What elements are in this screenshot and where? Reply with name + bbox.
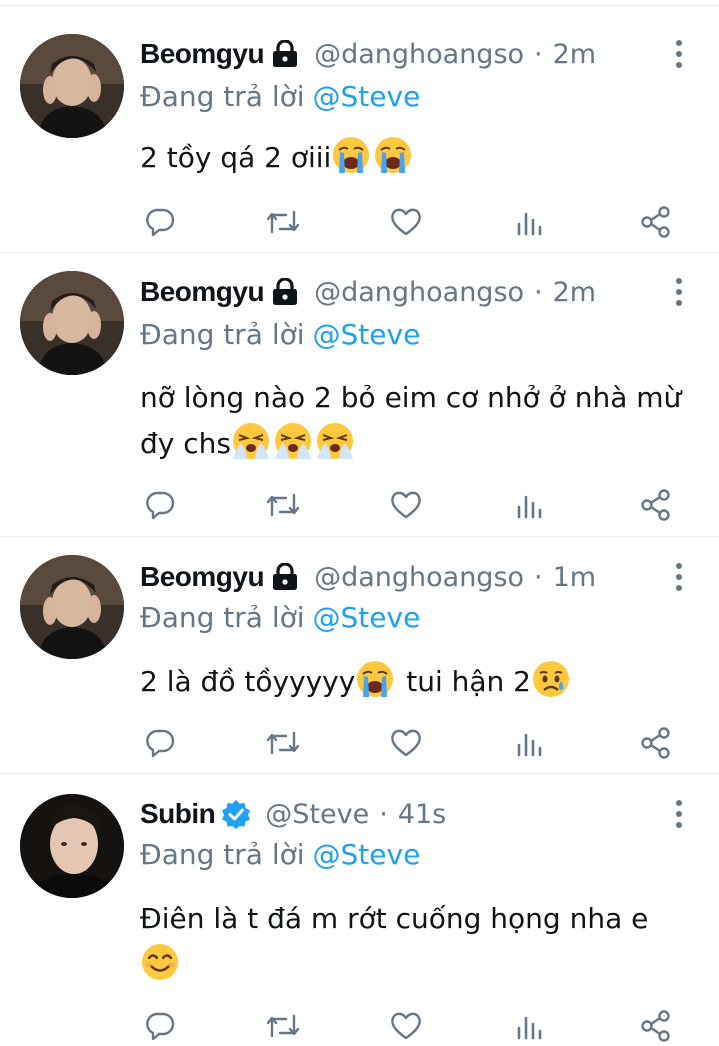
tweet-body-text: 2 là đồ tồyyyyy [140, 665, 356, 698]
analytics-icon[interactable] [510, 723, 550, 763]
tweet-header: Beomgyu @danghoangso · 1m [140, 557, 596, 597]
tweet-body-text: nỡ lòng nào 2 bỏ eim cơ nhở ở nhà mừ đy … [140, 381, 682, 460]
avatar[interactable] [20, 794, 124, 898]
replying-to: Đang trả lời @Steve [140, 601, 420, 634]
analytics-icon[interactable] [510, 485, 550, 525]
username-handle[interactable]: @Steve [265, 799, 369, 830]
tweet-actions [140, 1006, 676, 1046]
tears-face-emoji [274, 423, 311, 459]
share-icon[interactable] [636, 1006, 676, 1046]
display-name[interactable]: Beomgyu [140, 38, 265, 70]
tweet-body-text-after: tui hận 2 [397, 665, 531, 698]
replying-to: Đang trả lời @Steve [140, 318, 420, 351]
username-handle[interactable]: @danghoangso [314, 562, 524, 593]
reply-prefix: Đang trả lời [140, 80, 305, 113]
analytics-icon[interactable] [510, 1006, 550, 1046]
tweet[interactable]: Beomgyu @danghoangso · 2m Đang trả lời @S… [0, 253, 719, 537]
username-handle[interactable]: @danghoangso [314, 39, 524, 70]
tweet-header: Subin @Steve · 41s [140, 794, 446, 834]
retweet-icon[interactable] [263, 1006, 303, 1046]
tears-face-emoji [316, 423, 353, 459]
reply-prefix: Đang trả lời [140, 838, 305, 871]
sad-tear-face-emoji [533, 661, 569, 697]
tweet-actions [140, 723, 676, 763]
tweet-text: Điên là t đá m rớt cuống họng nha e [140, 896, 689, 988]
separator-dot: · [534, 276, 543, 308]
crying-face-emoji [357, 661, 394, 697]
reply-icon[interactable] [140, 485, 180, 525]
lock-icon [270, 563, 300, 591]
reply-mention-link[interactable]: @Steve [313, 838, 421, 871]
reply-mention-link[interactable]: @Steve [313, 318, 421, 351]
tweet-text: 2 tồy qá 2 ơiii [140, 135, 689, 181]
tweet-text: nỡ lòng nào 2 bỏ eim cơ nhở ở nhà mừ đy … [140, 375, 689, 467]
crying-face-emoji [375, 137, 412, 173]
reply-mention-link[interactable]: @Steve [313, 80, 421, 113]
display-name[interactable]: Subin [140, 798, 216, 830]
share-icon[interactable] [636, 485, 676, 525]
reply-prefix: Đang trả lời [140, 601, 305, 634]
share-icon[interactable] [636, 202, 676, 242]
tweet[interactable]: Beomgyu @danghoangso · 2m Đang trả lời @S… [0, 6, 719, 253]
tweet-actions [140, 202, 676, 242]
crying-face-emoji [333, 137, 370, 173]
tweet-actions [140, 485, 676, 525]
tears-face-emoji [232, 423, 269, 459]
like-icon[interactable] [386, 1006, 426, 1046]
timestamp[interactable]: 2m [553, 39, 596, 70]
smiling-face-emoji [142, 944, 178, 980]
retweet-icon[interactable] [263, 485, 303, 525]
tweet-body-text: 2 tồy qá 2 ơiii [140, 141, 332, 174]
reply-icon[interactable] [140, 1006, 180, 1046]
tweet-body-text: Điên là t đá m rớt cuống họng nha e [140, 902, 649, 935]
tweet-header: Beomgyu @danghoangso · 2m [140, 34, 596, 74]
lock-icon [270, 40, 300, 68]
timestamp[interactable]: 1m [553, 562, 596, 593]
share-icon[interactable] [636, 723, 676, 763]
tweet-header: Beomgyu @danghoangso · 2m [140, 272, 596, 312]
more-options-icon[interactable] [673, 40, 685, 68]
like-icon[interactable] [386, 723, 426, 763]
lock-icon [270, 278, 300, 306]
more-options-icon[interactable] [673, 278, 685, 306]
separator-dot: · [534, 561, 543, 593]
separator-dot: · [534, 38, 543, 70]
display-name[interactable]: Beomgyu [140, 561, 265, 593]
timestamp[interactable]: 2m [553, 277, 596, 308]
like-icon[interactable] [386, 202, 426, 242]
display-name[interactable]: Beomgyu [140, 276, 265, 308]
more-options-icon[interactable] [673, 563, 685, 591]
timestamp[interactable]: 41s [398, 799, 446, 830]
replying-to: Đang trả lời @Steve [140, 80, 420, 113]
replying-to: Đang trả lời @Steve [140, 838, 420, 871]
reply-prefix: Đang trả lời [140, 318, 305, 351]
tweet-text: 2 là đồ tồyyyyy tui hận 2 [140, 659, 689, 705]
separator-dot: · [379, 798, 388, 830]
verified-icon [221, 799, 251, 829]
avatar[interactable] [20, 555, 124, 659]
username-handle[interactable]: @danghoangso [314, 277, 524, 308]
tweet[interactable]: Subin @Steve · 41s Đang trả lời @Steve Đi… [0, 774, 719, 1042]
retweet-icon[interactable] [263, 202, 303, 242]
retweet-icon[interactable] [263, 723, 303, 763]
reply-mention-link[interactable]: @Steve [313, 601, 421, 634]
reply-icon[interactable] [140, 723, 180, 763]
like-icon[interactable] [386, 485, 426, 525]
tweet[interactable]: Beomgyu @danghoangso · 1m Đang trả lời @S… [0, 537, 719, 774]
avatar[interactable] [20, 271, 124, 375]
more-options-icon[interactable] [673, 800, 685, 828]
analytics-icon[interactable] [510, 202, 550, 242]
avatar[interactable] [20, 34, 124, 138]
reply-icon[interactable] [140, 202, 180, 242]
